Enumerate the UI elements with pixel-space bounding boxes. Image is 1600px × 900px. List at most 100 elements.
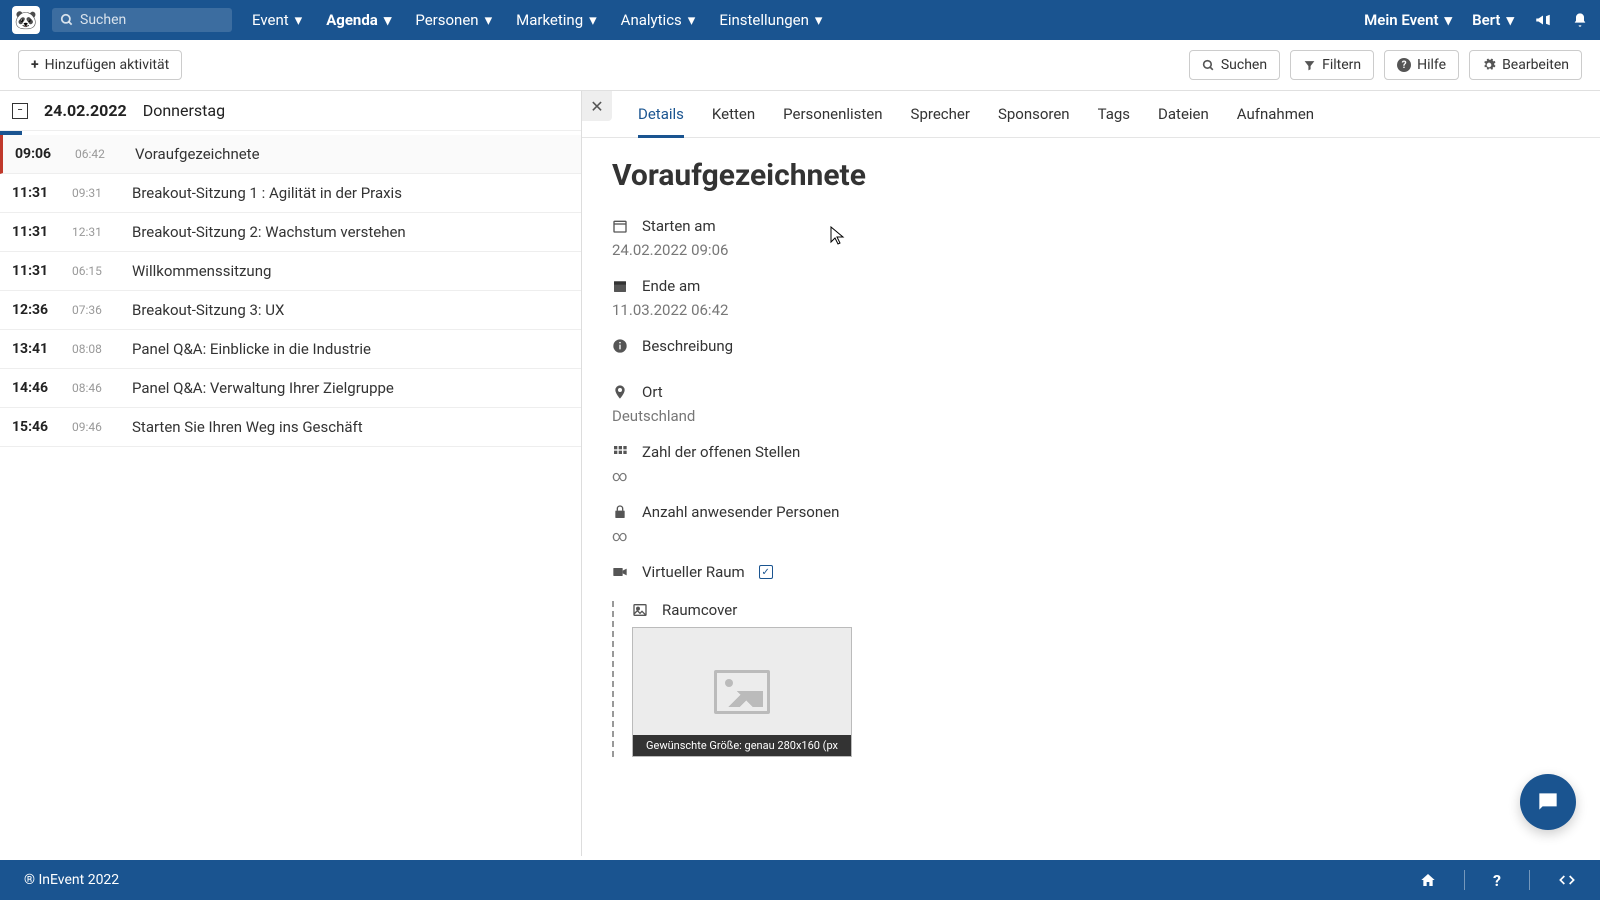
chat-fab[interactable] (1520, 774, 1576, 830)
image-icon (632, 602, 648, 618)
divider (1464, 870, 1465, 890)
tab-sponsors[interactable]: Sponsoren (998, 105, 1070, 137)
code-icon[interactable] (1558, 872, 1576, 888)
video-icon (612, 564, 628, 580)
edit-button[interactable]: Bearbeiten (1469, 50, 1582, 80)
collapse-icon[interactable]: − (12, 103, 28, 119)
calendar-icon (612, 218, 628, 234)
attendees-value: ∞ (612, 527, 1570, 545)
cover-size-hint: Gewünschte Größe: genau 280x160 (px (633, 735, 851, 756)
gear-icon (1482, 58, 1496, 72)
search-input[interactable] (80, 12, 224, 28)
main-content: − 24.02.2022 Donnerstag 09:06 06:42 Vorauf… (0, 91, 1600, 856)
detail-body: Voraufgezeichnete Starten am 24.02.2022 … (582, 138, 1600, 797)
row-duration: 12:31 (72, 225, 120, 239)
field-virtual: Virtueller Raum ✓ (612, 563, 1570, 581)
chevron-down-icon: ▾ (688, 11, 696, 29)
row-duration: 06:42 (75, 147, 123, 161)
row-duration: 07:36 (72, 303, 120, 317)
nav-people[interactable]: Personen▾ (415, 11, 492, 29)
nav-event[interactable]: Event▾ (252, 11, 302, 29)
row-start-time: 11:31 (12, 185, 56, 201)
nav-settings[interactable]: Einstellungen▾ (719, 11, 822, 29)
cover-section: Raumcover Gewünschte Größe: genau 280x16… (612, 601, 1570, 757)
agenda-row[interactable]: 11:3112:31Breakout-Sitzung 2: Wachstum v… (0, 213, 581, 252)
row-start-time: 12:36 (12, 302, 56, 318)
row-duration: 09:46 (72, 420, 120, 434)
tab-speakers[interactable]: Sprecher (911, 105, 970, 137)
field-end: Ende am (612, 277, 1570, 295)
day-header[interactable]: − 24.02.2022 Donnerstag (0, 91, 581, 131)
tab-details[interactable]: Details (638, 105, 684, 138)
plus-icon: + (31, 57, 39, 73)
nav-agenda[interactable]: Agenda▾ (326, 11, 391, 29)
chevron-down-icon: ▾ (384, 11, 392, 29)
row-duration: 06:15 (72, 264, 120, 278)
tab-files[interactable]: Dateien (1158, 105, 1209, 137)
tab-lists[interactable]: Personenlisten (783, 105, 882, 137)
agenda-row[interactable]: 14:46 08:46 Panel Q&A: Verwaltung Ihrer Zi… (0, 369, 581, 408)
virtual-checkbox[interactable]: ✓ (759, 565, 773, 579)
help-icon: ? (1397, 58, 1411, 72)
toolbar: + Hinzufügen aktivität Suchen Filtern ? … (0, 40, 1600, 91)
footer: ® InEvent 2022 ? (0, 860, 1600, 900)
chevron-down-icon: ▾ (295, 11, 303, 29)
agenda-row[interactable]: 11:31 06:15 Willkommenssitzung (0, 252, 581, 291)
row-title: Breakout-Sitzung 3: UX (132, 301, 284, 319)
agenda-row[interactable]: 09:06 06:42 Voraufgezeichnete (0, 135, 581, 174)
agenda-row[interactable]: 15:46 09:46 Starten Sie Ihren Weg ins Gesc… (0, 408, 581, 447)
row-start-time: 09:06 (15, 146, 59, 162)
help-icon[interactable]: ? (1493, 871, 1501, 890)
tab-chains[interactable]: Ketten (712, 105, 755, 137)
field-place: Ort (612, 383, 1570, 401)
row-title: Voraufgezeichnete (135, 145, 260, 163)
search-icon (1202, 59, 1215, 72)
image-placeholder-icon (714, 670, 770, 714)
row-title: Breakout-Sitzung 1 : Agilität in der Pra… (132, 184, 402, 202)
tab-recordings[interactable]: Aufnahmen (1237, 105, 1314, 137)
add-activity-button[interactable]: + Hinzufügen aktivität (18, 50, 182, 80)
row-title: Willkommenssitzung (132, 262, 271, 280)
help-button[interactable]: ? Hilfe (1384, 50, 1459, 80)
app-logo[interactable]: 🐼 (12, 6, 40, 34)
vacancies-value: ∞ (612, 467, 1570, 485)
field-vacancies: Zahl der offenen Stellen (612, 443, 1570, 461)
day-date: 24.02.2022 (44, 101, 127, 120)
field-description: Beschreibung (612, 337, 1570, 355)
agenda-row[interactable]: 13:4108:08Panel Q&A: Einblicke in die In… (0, 330, 581, 369)
filter-icon (1303, 59, 1316, 72)
row-start-time: 11:31 (12, 263, 56, 279)
tab-tags[interactable]: Tags (1098, 105, 1130, 137)
chevron-down-icon: ▾ (1445, 11, 1453, 29)
row-title: Panel Q&A: Einblicke in die Industrie (132, 340, 371, 358)
megaphone-icon[interactable] (1534, 11, 1552, 29)
agenda-row[interactable]: 12:36 07:36 Breakout-Sitzung 3: UX (0, 291, 581, 330)
filter-button[interactable]: Filtern (1290, 50, 1374, 80)
start-value: 24.02.2022 09:06 (612, 241, 1570, 259)
lock-icon (612, 504, 628, 520)
bell-icon[interactable] (1572, 12, 1588, 28)
nav-right: Mein Event▾ Bert▾ (1364, 11, 1588, 29)
nav-myevent[interactable]: Mein Event▾ (1364, 11, 1452, 29)
row-title: Starten Sie Ihren Weg ins Geschäft (132, 418, 363, 436)
search-icon (60, 13, 74, 27)
grid-icon (612, 444, 628, 460)
close-panel-button[interactable]: ✕ (582, 91, 612, 121)
global-search[interactable] (52, 8, 232, 32)
agenda-row[interactable]: 11:3109:31Breakout-Sitzung 1 : Agilität … (0, 174, 581, 213)
activity-title: Voraufgezeichnete (612, 158, 1570, 193)
search-button[interactable]: Suchen (1189, 50, 1280, 80)
row-title: Panel Q&A: Verwaltung Ihrer Zielgruppe (132, 379, 394, 397)
row-start-time: 14:46 (12, 380, 56, 396)
nav-analytics[interactable]: Analytics▾ (621, 11, 696, 29)
row-start-time: 15:46 (12, 419, 56, 435)
divider (1529, 870, 1530, 890)
nav-user[interactable]: Bert▾ (1472, 11, 1514, 29)
row-duration: 08:46 (72, 381, 120, 395)
place-value: Deutschland (612, 407, 1570, 425)
cover-upload[interactable]: Gewünschte Größe: genau 280x160 (px (632, 627, 852, 757)
footer-copyright: ® InEvent 2022 (24, 872, 119, 888)
home-icon[interactable] (1420, 872, 1436, 888)
nav-marketing[interactable]: Marketing▾ (516, 11, 597, 29)
chevron-down-icon: ▾ (589, 11, 597, 29)
